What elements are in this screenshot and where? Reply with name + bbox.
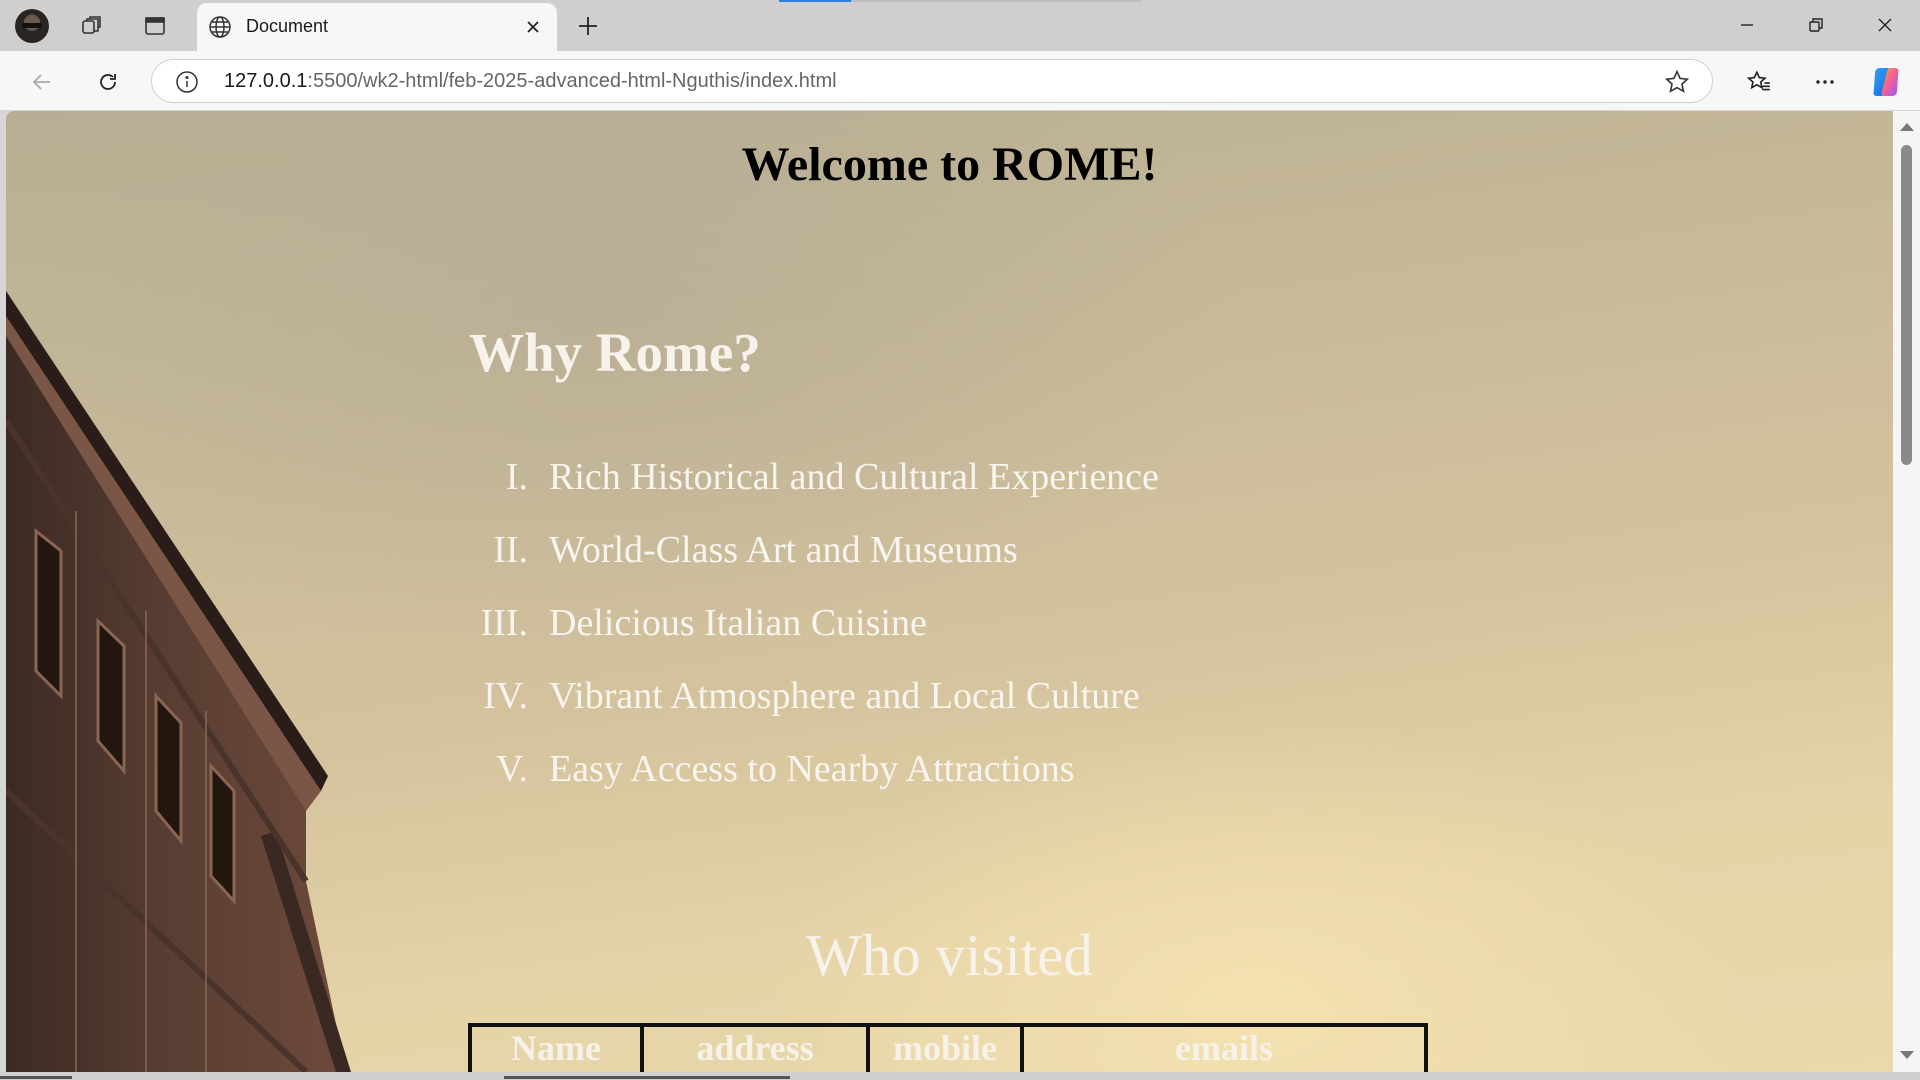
plus-icon [579,17,597,35]
list-number: II. [493,529,528,571]
favorites-button[interactable] [1742,65,1776,99]
tab-close-icon[interactable] [519,13,547,41]
bottom-border [0,1072,1920,1080]
list-number: IV. [483,675,528,717]
scroll-down-icon[interactable] [1900,1051,1914,1059]
refresh-icon [100,74,116,90]
vertical-tabs-icon[interactable] [140,11,170,41]
page-viewport: Welcome to ROME! Why Rome? I. Rich Histor… [6,111,1893,1072]
url-path: :5500/wk2-html/feb-2025-advanced-html-Ng… [307,70,837,92]
list-text: Easy Access to Nearby Attractions [549,748,1075,790]
restore-button[interactable] [1793,7,1839,43]
loading-indicator [779,0,1141,2]
column-header-emails: emails [1020,1023,1428,1072]
column-header-address: address [640,1023,870,1072]
column-header-mobile: mobile [866,1023,1024,1072]
scroll-thumb[interactable] [1901,145,1912,465]
url-text[interactable]: 127.0.0.1:5500/wk2-html/feb-2025-advance… [224,70,837,93]
browser-toolbar: 127.0.0.1:5500/wk2-html/feb-2025-advance… [0,51,1920,110]
visitors-table: Name address mobile emails [468,1023,1428,1072]
back-arrow-icon [32,74,50,90]
workspaces-icon[interactable] [77,11,107,41]
back-button[interactable] [25,65,59,99]
who-visited-heading: Who visited [806,922,1093,988]
why-rome-heading: Why Rome? [469,322,761,383]
more-icon [1816,80,1834,84]
profile-avatar[interactable] [15,9,49,43]
list-text: Rich Historical and Cultural Experience [549,456,1159,498]
url-host: 127.0.0.1 [224,70,308,92]
new-tab-button[interactable] [573,11,603,41]
minimize-button[interactable] [1724,7,1770,43]
list-text: Vibrant Atmosphere and Local Culture [549,675,1140,717]
favorites-icon [1746,70,1770,91]
close-icon [1878,18,1892,32]
list-text: Delicious Italian Cuisine [549,602,927,644]
info-icon[interactable] [175,70,199,94]
scroll-up-icon[interactable] [1900,123,1914,131]
list-number: I. [505,456,528,498]
address-bar[interactable]: 127.0.0.1:5500/wk2-html/feb-2025-advance… [151,59,1713,103]
table-header-row: Name address mobile emails [468,1023,1428,1072]
restore-icon [1809,18,1823,32]
page-scrollbar[interactable] [1893,111,1920,1072]
copilot-icon[interactable] [1869,65,1903,99]
minimize-icon [1741,24,1753,26]
more-button[interactable] [1808,65,1842,99]
list-number: V. [495,748,528,790]
tab-title: Document [246,16,329,36]
list-number: III. [480,602,528,644]
list-text: World-Class Art and Museums [549,529,1018,571]
title-bar: Document [0,0,1920,51]
tab-document[interactable]: Document [197,3,557,51]
refresh-button[interactable] [91,65,125,99]
page-title: Welcome to ROME! [741,138,1158,191]
column-header-name: Name [468,1023,644,1072]
star-icon[interactable] [1664,69,1690,95]
globe-icon [209,16,231,38]
window-close-button[interactable] [1862,7,1908,43]
